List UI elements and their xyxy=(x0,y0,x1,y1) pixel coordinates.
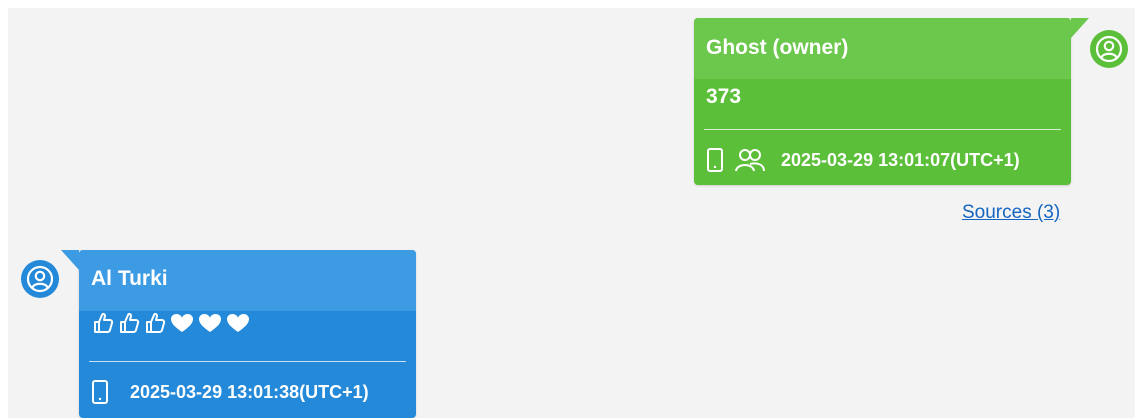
thumbs-up-icon xyxy=(117,311,141,335)
heart-icon xyxy=(197,311,223,335)
heart-icon xyxy=(225,311,251,335)
message-text: 373 xyxy=(706,85,742,108)
message-timestamp: 2025-03-29 13:01:07(UTC+1) xyxy=(781,149,1020,170)
sources-link[interactable]: Sources (3) xyxy=(962,202,1060,224)
message-timestamp: 2025-03-29 13:01:38(UTC+1) xyxy=(130,381,369,402)
bubble-tail xyxy=(61,250,79,270)
message-bubble-owner[interactable]: Ghost (owner) 373 2025-03-29 13:01:07(UT… xyxy=(694,18,1089,185)
contact-avatar-icon xyxy=(21,260,59,298)
divider xyxy=(89,361,406,362)
thumbs-up-icon xyxy=(91,311,115,335)
owner-avatar-icon xyxy=(1090,30,1128,68)
divider xyxy=(704,129,1061,130)
phone-icon xyxy=(706,147,724,173)
group-icon xyxy=(734,146,766,174)
message-footer: 2025-03-29 13:01:07(UTC+1) xyxy=(706,146,1020,174)
message-footer: 2025-03-29 13:01:38(UTC+1) xyxy=(91,379,369,405)
sender-name: Ghost (owner) xyxy=(694,18,1071,79)
phone-icon xyxy=(91,379,109,405)
message-bubble-contact[interactable]: Al Turki 2025-03-29 13:01:38(UTC+1) xyxy=(61,250,416,418)
bubble-tail xyxy=(1071,18,1089,38)
heart-icon xyxy=(169,311,195,335)
sender-name: Al Turki xyxy=(79,250,416,311)
reaction-row xyxy=(79,311,416,335)
thumbs-up-icon xyxy=(143,311,167,335)
